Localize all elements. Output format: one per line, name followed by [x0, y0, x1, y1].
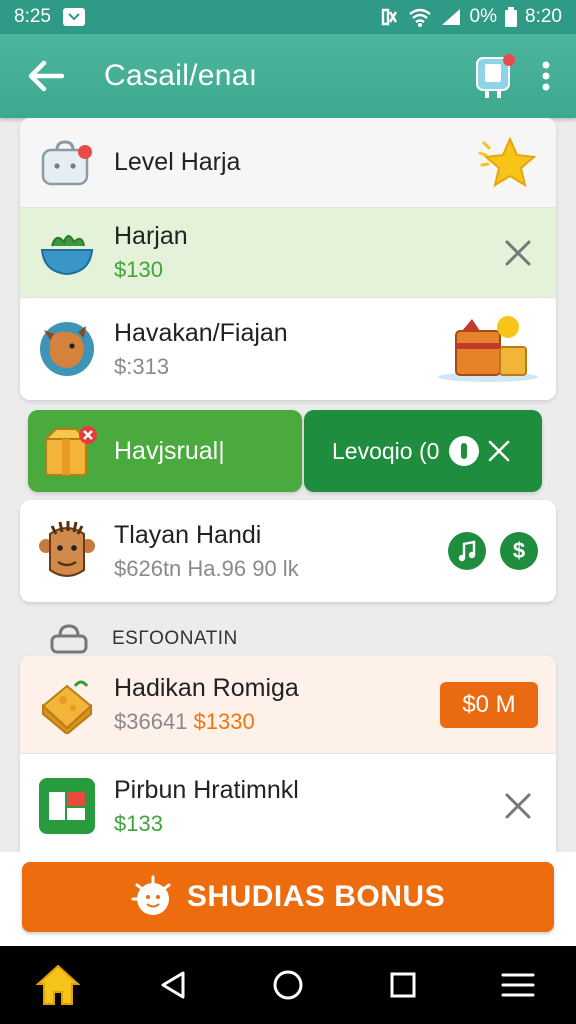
level-row[interactable]: Level Harja: [20, 118, 556, 208]
offer-new-price: $1330: [193, 709, 255, 734]
battery-icon: [505, 7, 518, 27]
dollar-button[interactable]: $: [500, 532, 538, 570]
hamburger-icon: [501, 973, 535, 997]
section-label: ESГOONATIN: [112, 628, 238, 649]
star-icon: [478, 136, 537, 187]
split-left-label: Havjsrual|: [114, 436, 225, 465]
app-tile-icon: [36, 775, 98, 837]
dog-icon: [36, 318, 98, 380]
lock-icon: [50, 624, 88, 654]
item-list-card: Level Harja Harjan $130 Havakan/Fiajan $…: [20, 118, 556, 400]
square-recents-icon: [390, 972, 416, 998]
device-button[interactable]: [468, 49, 522, 103]
close-icon: [505, 793, 531, 819]
home-circle-button[interactable]: [253, 950, 323, 1020]
home-icon: [35, 964, 80, 1005]
more-options-button[interactable]: [522, 49, 570, 103]
menu-nav-button[interactable]: [483, 950, 553, 1020]
status-bar: 8:25 0% 8:20: [0, 0, 576, 34]
content-area: Level Harja Harjan $130 Havakan/Fiajan $…: [0, 118, 576, 854]
back-arrow-icon: [28, 60, 64, 92]
vendor-title: Tlayan Handi: [114, 520, 262, 549]
app-bar: Casail/enaı: [0, 34, 576, 118]
back-nav-button[interactable]: [138, 950, 208, 1020]
bonus-button[interactable]: SHUDIAS BONUS: [22, 862, 554, 932]
vendor-card: Tlayan Handi $626tn Ha.96 90 lk $: [20, 500, 556, 602]
split-close-button[interactable]: [479, 431, 519, 471]
sun-face-icon: [131, 875, 171, 915]
dollar-icon: $: [512, 538, 526, 563]
close-icon: [505, 240, 531, 265]
back-button[interactable]: [16, 46, 76, 106]
offer-old-price: $36641: [114, 709, 188, 734]
list-item[interactable]: Pirbun Hratimnkl $133: [20, 754, 556, 854]
device-icon: [476, 54, 515, 98]
toggle-icon[interactable]: [449, 436, 480, 466]
section-header: ESГOONATIN: [50, 624, 238, 654]
bonus-label: SHUDIAS BONUS: [186, 880, 446, 913]
mute-icon: [381, 8, 397, 26]
split-action-bar: Havjsrual| Levoqio (0: [28, 410, 542, 492]
list-item[interactable]: Harjan $130: [20, 208, 556, 298]
wifi-icon: [408, 8, 431, 27]
close-icon: [489, 440, 510, 462]
more-vert-icon: [542, 61, 550, 91]
triangle-back-icon: [161, 971, 185, 999]
offer-prices: $36641 $1330: [114, 709, 299, 735]
box-icon: [43, 426, 97, 476]
level-title: Level Harja: [114, 148, 241, 176]
vendor-row[interactable]: Tlayan Handi $626tn Ha.96 90 lk $: [20, 500, 556, 602]
gift-boxes-icon: [438, 316, 538, 382]
remove-button[interactable]: [498, 786, 538, 826]
cheese-icon: [36, 674, 98, 736]
item-title: Havakan/Fiajan: [114, 318, 288, 347]
page-title: Casail/enaı: [104, 59, 258, 92]
list-item[interactable]: Havakan/Fiajan $:313: [20, 298, 556, 400]
offer-title: Hadikan Romiga: [114, 674, 299, 702]
item-price: $:313: [114, 353, 170, 379]
music-button[interactable]: [448, 532, 486, 570]
remove-button[interactable]: [498, 233, 538, 273]
status-time-left: 8:25: [14, 6, 51, 27]
recents-nav-button[interactable]: [368, 950, 438, 1020]
bag-icon: [36, 132, 98, 194]
salad-bowl-icon: [36, 222, 98, 284]
system-nav-bar: [0, 946, 576, 1024]
vendor-subtitle: $626tn Ha.96 90 lk: [114, 555, 299, 581]
split-left-button[interactable]: Havjsrual|: [28, 410, 302, 492]
notification-icon: [62, 8, 85, 26]
item-title: Pirbun Hratimnkl: [114, 775, 299, 804]
monkey-mask-icon: [36, 520, 98, 582]
home-nav-button[interactable]: [23, 950, 93, 1020]
music-note-icon: [458, 540, 476, 562]
split-right-button[interactable]: Levoqio (0: [304, 410, 542, 492]
signal-icon: [441, 9, 460, 25]
offer-row[interactable]: Hadikan Romiga $36641 $1330 $0 M: [20, 656, 556, 754]
battery-percent: 0%: [469, 6, 498, 27]
split-right-label: Levoqio (0: [332, 437, 440, 464]
circle-home-icon: [273, 970, 303, 1000]
buy-button[interactable]: $0 M: [440, 681, 538, 728]
item-price: $133: [114, 810, 163, 836]
item-price: $130: [114, 257, 163, 282]
status-time-right: 8:20: [525, 6, 562, 27]
bonus-bar: SHUDIAS BONUS: [0, 852, 576, 946]
item-title: Harjan: [114, 222, 188, 250]
offers-card: Hadikan Romiga $36641 $1330 $0 M Pirbun …: [20, 656, 556, 854]
